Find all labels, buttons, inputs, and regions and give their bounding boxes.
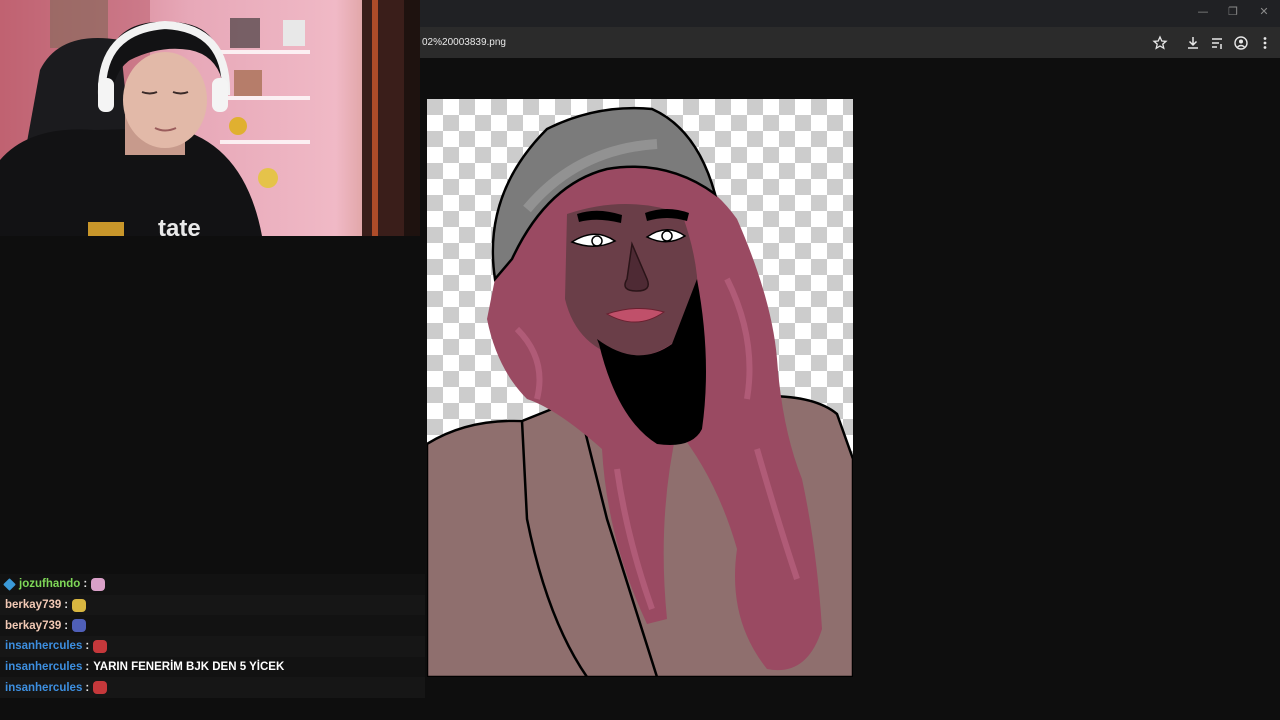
chat-username[interactable]: insanhercules xyxy=(5,661,82,673)
displayed-image xyxy=(425,99,855,679)
red-face-emote xyxy=(93,639,108,653)
profile-icon[interactable] xyxy=(1233,35,1249,51)
red-face-emote xyxy=(93,681,108,695)
chat-message: insanhercules: YARIN FENERİM BJK DEN 5 Yİ… xyxy=(0,656,425,678)
restore-button[interactable]: ❐ xyxy=(1225,5,1241,18)
pink-creature-emote xyxy=(91,577,106,591)
download-icon[interactable] xyxy=(1185,35,1201,51)
chat-message: berkay739: xyxy=(0,594,425,616)
chat-message: berkay739: xyxy=(0,615,425,637)
portrait-drawing xyxy=(425,99,855,679)
chat-username[interactable]: insanhercules xyxy=(5,682,82,694)
chat-text: YARIN FENERİM BJK DEN 5 YİCEK xyxy=(93,661,285,674)
chat-username[interactable]: berkay739 xyxy=(5,620,61,632)
chat-separator: : xyxy=(83,578,88,591)
webcam-overlay: tate xyxy=(0,0,420,236)
chat-overlay: jozufhando: berkay739: berkay739: insanherc… xyxy=(0,574,425,699)
chat-username[interactable]: jozufhando xyxy=(19,578,80,590)
chat-separator: : xyxy=(85,661,90,674)
more-menu-icon[interactable] xyxy=(1257,35,1273,51)
streamer-webcam-image: tate xyxy=(0,0,420,236)
subscriber-badge-icon xyxy=(3,577,16,591)
shirt-text: tate xyxy=(158,215,201,236)
star-icon[interactable] xyxy=(1152,35,1168,51)
chat-message: jozufhando: xyxy=(0,574,425,595)
minimize-button[interactable]: — xyxy=(1195,5,1211,18)
chat-username[interactable]: berkay739 xyxy=(5,599,61,611)
tab-search-icon[interactable] xyxy=(1209,35,1225,51)
chat-separator: : xyxy=(85,640,90,653)
chat-message: insanhercules: xyxy=(0,636,425,657)
chat-message: insanhercules: xyxy=(0,677,425,699)
close-button[interactable]: ✕ xyxy=(1256,5,1272,18)
yellow-bird-emote xyxy=(72,598,87,612)
chat-username[interactable]: insanhercules xyxy=(5,640,82,652)
chat-separator: : xyxy=(64,599,69,612)
chat-separator: : xyxy=(85,681,90,694)
blue-face-emote xyxy=(72,619,87,633)
address-bar-url[interactable]: 02%20003839.png xyxy=(422,37,506,48)
chat-separator: : xyxy=(64,619,69,632)
